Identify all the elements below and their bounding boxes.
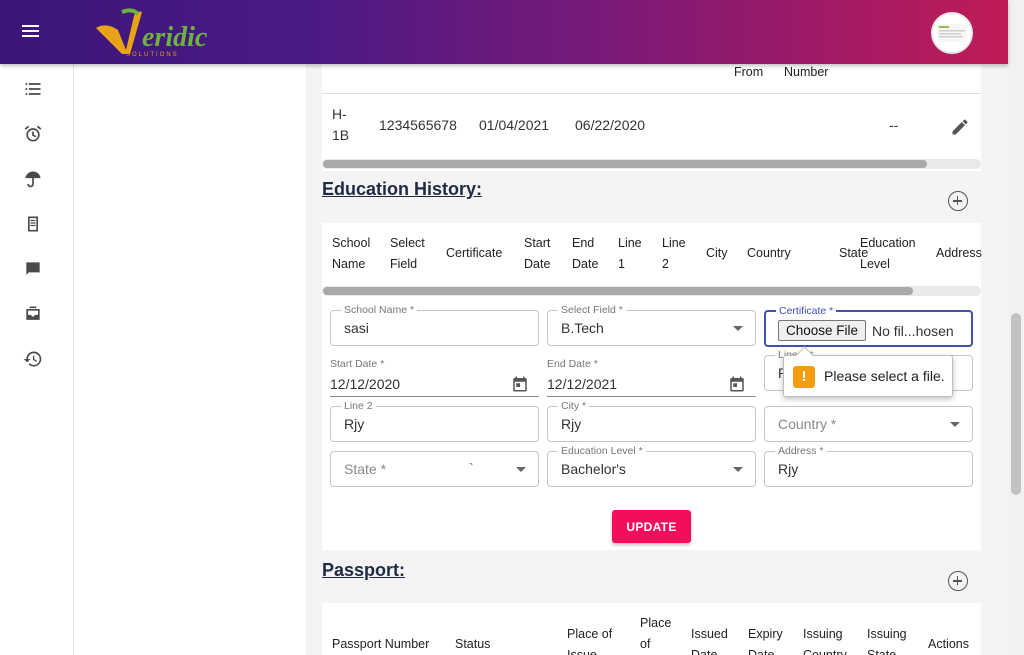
- state-dropdown[interactable]: State * `: [330, 451, 539, 487]
- address-field[interactable]: Address * Rjy: [764, 444, 973, 487]
- certificate-file-input[interactable]: Certificate * Choose File No fil...hosen: [764, 304, 973, 347]
- warning-icon: !: [793, 366, 815, 388]
- column-header-number: Number: [784, 65, 829, 79]
- add-passport-icon[interactable]: [948, 571, 968, 591]
- passport-title: Passport:: [322, 560, 406, 580]
- edit-icon[interactable]: [950, 117, 970, 137]
- col-select-field: Select Field: [390, 236, 425, 271]
- left-panel: [74, 64, 306, 655]
- dropdown-arrow-icon: [733, 467, 743, 472]
- col-address: Address: [936, 246, 982, 260]
- svg-text:SOLUTIONS: SOLUTIONS: [126, 52, 179, 58]
- col-city: City: [706, 246, 728, 260]
- scrollbar-thumb[interactable]: [1011, 313, 1021, 495]
- chat-icon[interactable]: [22, 258, 44, 280]
- education-level-dropdown[interactable]: Education Level * Bachelor's: [547, 444, 756, 487]
- col-actions: Actions: [928, 637, 969, 651]
- education-table: School Name Select Field Certificate Sta…: [322, 223, 982, 297]
- line-2-field[interactable]: Line 2 Rjy: [330, 399, 539, 442]
- calendar-icon[interactable]: [728, 375, 746, 393]
- start-date-field[interactable]: Start Date * 12/12/2020: [330, 358, 539, 397]
- column-header-from: From: [734, 65, 764, 79]
- col-start-date: Start Date: [524, 236, 551, 271]
- company-logo[interactable]: eridic SOLUTIONS: [92, 6, 212, 58]
- school-name-field[interactable]: School Name * sasi: [330, 303, 539, 346]
- inbox-icon[interactable]: [22, 303, 44, 325]
- col-line-2: Line 2: [662, 236, 686, 271]
- col-passport-number: Passport Number: [332, 637, 430, 651]
- end-date-field[interactable]: End Date * 12/12/2021: [547, 358, 756, 397]
- visa-date-1: 01/04/2021: [479, 117, 550, 133]
- visa-table: From Number H- 1B 1234565678 01/04/2021 …: [322, 64, 981, 171]
- visa-type: H- 1B: [332, 106, 350, 143]
- country-dropdown[interactable]: Country *: [764, 406, 973, 442]
- col-issuing-country: Issuing Country: [803, 627, 847, 655]
- validation-tooltip: ! Please select a file.: [783, 355, 953, 397]
- col-place-of-birth: Place of Birth: [640, 616, 672, 651]
- col-country: Country: [747, 246, 791, 260]
- dropdown-arrow-icon: [950, 422, 960, 427]
- choose-file-button[interactable]: Choose File: [778, 320, 867, 341]
- visa-table-scrollbar[interactable]: [322, 159, 981, 169]
- sidebar: [0, 64, 74, 655]
- city-field[interactable]: City * Rjy: [547, 399, 756, 442]
- dropdown-arrow-icon: [733, 326, 743, 331]
- page-scrollbar[interactable]: [1008, 0, 1024, 655]
- col-school-name: School Name: [332, 236, 371, 271]
- visa-date-2: 06/22/2020: [575, 117, 646, 133]
- col-issued-date: Issued Date: [691, 627, 728, 655]
- checklist-icon[interactable]: [22, 78, 44, 100]
- history-icon[interactable]: [22, 348, 44, 370]
- update-button[interactable]: UPDATE: [612, 510, 691, 543]
- document-icon[interactable]: [22, 213, 44, 235]
- education-history-title: Education History:: [322, 179, 483, 199]
- col-expiry-date: Expiry Date: [748, 627, 783, 655]
- app-header: eridic SOLUTIONS: [0, 0, 1008, 64]
- umbrella-icon[interactable]: [22, 168, 44, 190]
- dropdown-arrow-icon: [516, 467, 526, 472]
- col-certificate: Certificate: [446, 246, 503, 260]
- col-line-1: Line 1: [618, 236, 642, 271]
- user-avatar[interactable]: [931, 12, 973, 54]
- col-status: Status: [455, 637, 491, 651]
- file-name-text: No fil...hosen: [872, 323, 954, 339]
- add-education-icon[interactable]: [948, 191, 968, 211]
- svg-text:eridic: eridic: [142, 22, 208, 53]
- col-issuing-state: Issuing State: [867, 627, 907, 655]
- calendar-icon[interactable]: [511, 375, 529, 393]
- alarm-icon[interactable]: [22, 123, 44, 145]
- visa-number: 1234565678: [379, 117, 457, 133]
- col-place-of-issue: Place of Issue: [567, 627, 613, 655]
- passport-table: Passport Number Status Place of Issue Pl…: [322, 603, 981, 655]
- menu-icon[interactable]: [22, 22, 46, 42]
- visa-dash: --: [889, 117, 899, 133]
- select-field-dropdown[interactable]: Select Field * B.Tech: [547, 303, 756, 346]
- col-end-date: End Date: [572, 236, 599, 271]
- education-table-scrollbar[interactable]: [322, 286, 981, 296]
- col-education-level: Education Level: [860, 236, 916, 271]
